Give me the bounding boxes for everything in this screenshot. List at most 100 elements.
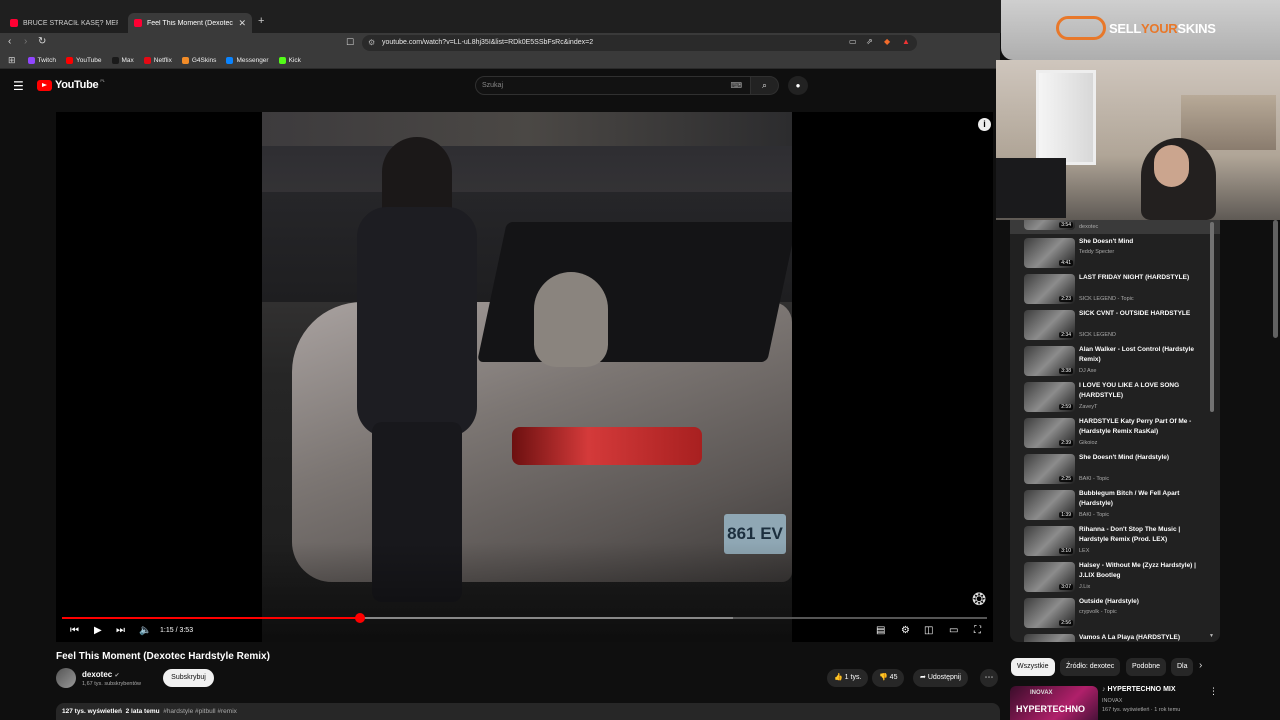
theater-mode-icon[interactable]: ▭ (949, 625, 958, 636)
video-frame[interactable]: 861 EV (262, 112, 792, 642)
playlist-item-title[interactable]: Outside (Hardstyle) (1079, 597, 1211, 607)
bookmark-kick[interactable]: Kick (278, 57, 301, 64)
brave-shield-icon[interactable]: ◆ (884, 37, 890, 46)
subtitles-icon[interactable]: ▤ (876, 625, 885, 636)
miniplayer-icon[interactable]: ◫ (924, 625, 933, 636)
playlist-item-thumbnail[interactable]: 1:39 (1024, 490, 1075, 520)
bookmark-messenger[interactable]: Messenger (226, 57, 269, 64)
bookmark-page-icon[interactable]: ☐ (346, 37, 354, 48)
playlist-panel[interactable]: 3:54 dexotec 4:41 She Doesn't Mind Teddy S… (1010, 220, 1220, 642)
playlist-item-thumbnail[interactable]: 2:23 (1024, 274, 1075, 304)
playlist-item-thumbnail[interactable]: 4:41 (1024, 238, 1075, 268)
fullscreen-icon[interactable]: ⛶ (974, 625, 981, 636)
playlist-item-title[interactable]: HARDSTYLE Katy Perry Part Of Me - (Hards… (1079, 417, 1211, 437)
playlist-item-thumbnail[interactable]: 3:38 (1024, 346, 1075, 376)
playlist-item[interactable]: 2:34 SICK CVNT - OUTSIDE HARDSTYLE SICK LE… (1010, 308, 1220, 344)
volume-icon[interactable]: 🔈 (139, 625, 151, 636)
progress-scrubber[interactable] (354, 613, 365, 623)
playlist-item[interactable]: 4:41 She Doesn't Mind Teddy Specter (1010, 236, 1220, 272)
playlist-item[interactable]: 1:39 Bubblegum Bitch / We Fell Apart (Har… (1010, 488, 1220, 524)
playlist-item-title[interactable]: Bubblegum Bitch / We Fell Apart (Hardsty… (1079, 489, 1211, 509)
keyboard-icon[interactable]: ⌨ (730, 77, 742, 94)
playlist-item[interactable]: 2:?? Vamos A La Playa (HARDSTYLE) (1010, 632, 1220, 642)
reload-icon[interactable]: ↻ (38, 36, 46, 47)
cast-icon[interactable]: ▭ (849, 37, 857, 46)
close-tab-icon[interactable]: ✕ (238, 18, 246, 29)
chip-all[interactable]: Wszystkie (1011, 658, 1055, 676)
share-page-icon[interactable]: ⇗ (866, 37, 873, 46)
playlist-scroll-down-icon[interactable]: ▼ (1209, 633, 1214, 639)
info-icon[interactable]: i (978, 118, 991, 131)
channel-avatar[interactable] (56, 668, 76, 688)
playlist-item-title[interactable]: She Doesn't Mind (1079, 237, 1211, 247)
playlist-item[interactable]: 2:23 LAST FRIDAY NIGHT (HARDSTYLE) SICK LE… (1010, 272, 1220, 308)
playlist-item-thumbnail[interactable]: 2:39 (1024, 418, 1075, 448)
recommended-more-icon[interactable]: ⋮ (1209, 686, 1218, 697)
rewards-icon[interactable]: ▲ (902, 37, 910, 46)
playlist-item-title[interactable]: Rihanna - Don't Stop The Music | Hardsty… (1079, 525, 1211, 545)
settings-gear-icon[interactable]: ⚙ (901, 625, 910, 636)
playlist-item[interactable]: 2:59 I LOVE YOU LIKE A LOVE SONG (HARDSTY… (1010, 380, 1220, 416)
bookmark-max[interactable]: Max (111, 57, 134, 64)
progress-bar[interactable] (62, 613, 987, 623)
bookmark-youtube[interactable]: YouTube (65, 57, 102, 64)
recommended-thumbnail[interactable]: INOVAX HYPERTECHNO (1010, 686, 1098, 720)
playlist-item-title[interactable]: SICK CVNT - OUTSIDE HARDSTYLE (1079, 309, 1211, 319)
chip-related[interactable]: Podobne (1126, 658, 1167, 676)
playlist-item-title[interactable]: She Doesn't Mind (Hardstyle) (1079, 453, 1211, 463)
playlist-item-title[interactable]: Vamos A La Playa (HARDSTYLE) (1079, 633, 1211, 642)
back-icon[interactable]: ‹ (8, 36, 11, 47)
next-icon[interactable]: ⏭ (116, 625, 125, 636)
playlist-item-thumbnail[interactable]: 2:56 (1024, 598, 1075, 628)
playlist-item[interactable]: 2:56 Outside (Hardstyle) crypvolk - Topic (1010, 596, 1220, 632)
playlist-item-thumbnail[interactable]: 2:25 (1024, 454, 1075, 484)
search-button[interactable]: ⌕ (751, 76, 779, 95)
dislike-button[interactable]: 👎 45 (872, 669, 905, 687)
new-tab-icon[interactable]: + (258, 15, 264, 27)
voice-search-button[interactable]: ● (788, 76, 808, 95)
playlist-item[interactable]: 3:38 Alan Walker - Lost Control (Hardstyl… (1010, 344, 1220, 380)
browser-tab-bruce[interactable]: BRUCE STRACIŁ KASĘ? MERGHANI D (4, 13, 124, 33)
address-bar[interactable]: ⚙ youtube.com/watch?v=LL-uL8hj35I&list=R… (362, 35, 917, 51)
playlist-item-thumbnail[interactable]: 3:07 (1024, 562, 1075, 592)
more-actions-icon[interactable]: ⋯ (980, 669, 998, 687)
apps-grid-icon[interactable]: ⊞ (8, 55, 16, 66)
playlist-item-thumbnail[interactable]: 2:?? (1024, 634, 1075, 642)
forward-icon[interactable]: › (24, 36, 27, 47)
youtube-logo[interactable]: YouTube PL (37, 78, 105, 91)
recommended-title[interactable]: ♪ HYPERTECHNO MIX (1102, 686, 1176, 693)
playlist-item-title[interactable]: Alan Walker - Lost Control (Hardstyle Re… (1079, 345, 1211, 365)
play-icon[interactable]: ▶ (94, 625, 102, 636)
menu-icon[interactable]: ☰ (13, 79, 24, 93)
channel-watermark-icon[interactable]: ❂ (972, 590, 986, 610)
page-scrollbar[interactable] (1273, 220, 1278, 338)
share-button[interactable]: ➦ Udostępnij (913, 669, 968, 687)
playlist-item-title[interactable]: I LOVE YOU LIKE A LOVE SONG (HARDSTYLE) (1079, 381, 1211, 401)
playlist-item-thumbnail[interactable]: 3:10 (1024, 526, 1075, 556)
recommended-channel[interactable]: INOVAX (1102, 698, 1122, 704)
video-player[interactable]: 861 EV i ❂ ⏮ ▶ ⏭ 🔈 1:15 / 3:53 ▤ ⚙ ◫ ▭ ⛶ (56, 112, 993, 642)
playlist-current-item[interactable]: 3:54 dexotec (1010, 220, 1220, 234)
description-box[interactable]: 127 tys. wyświetleń 2 lata temu #hardsty… (56, 703, 1000, 720)
chip-from-channel[interactable]: Źródło: dexotec (1060, 658, 1121, 676)
like-button[interactable]: 👍 1 tys. (827, 669, 869, 687)
chevron-right-icon[interactable]: › (1199, 660, 1202, 671)
previous-icon[interactable]: ⏮ (70, 625, 79, 636)
playlist-item[interactable]: 3:07 Halsey - Without Me (Zyzz Hardstyle)… (1010, 560, 1220, 596)
playlist-scrollbar[interactable] (1210, 222, 1214, 412)
playlist-item-thumbnail[interactable]: 2:34 (1024, 310, 1075, 340)
playlist-item[interactable]: 2:39 HARDSTYLE Katy Perry Part Of Me - (H… (1010, 416, 1220, 452)
playlist-item-thumbnail[interactable]: 2:59 (1024, 382, 1075, 412)
bookmark-twitch[interactable]: Twitch (27, 57, 56, 64)
playlist-item[interactable]: 3:10 Rihanna - Don't Stop The Music | Har… (1010, 524, 1220, 560)
bookmark-netflix[interactable]: Netflix (143, 57, 172, 64)
search-input[interactable]: Szukaj ⌨ (475, 76, 751, 95)
playlist-item-title[interactable]: Halsey - Without Me (Zyzz Hardstyle) | J… (1079, 561, 1211, 581)
site-info-icon[interactable]: ⚙ (368, 35, 375, 51)
playlist-item-title[interactable]: LAST FRIDAY NIGHT (HARDSTYLE) (1079, 273, 1211, 283)
subscribe-button[interactable]: Subskrybuj (163, 669, 214, 687)
browser-tab-feel-this-moment[interactable]: Feel This Moment (Dexotec Hard ✕ (128, 13, 252, 33)
chip-for-you[interactable]: Dla (1171, 658, 1193, 676)
bookmark-g4skins[interactable]: G4Skins (181, 57, 216, 64)
channel-name[interactable]: dexotec ✔ (82, 670, 120, 679)
